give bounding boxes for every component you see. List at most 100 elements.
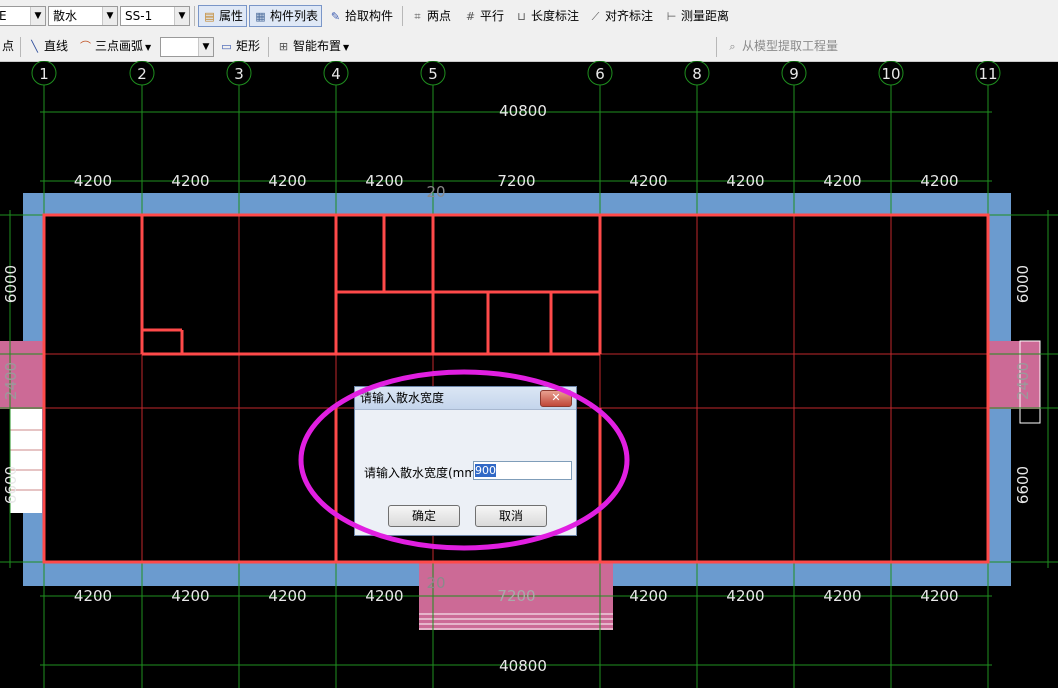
layer-combo-value: E [0, 9, 7, 23]
property-button[interactable]: ▤ 属性 [198, 5, 248, 27]
axis-label: 8 [692, 65, 702, 83]
two-point-label: 两点 [427, 9, 452, 23]
ok-label: 确定 [411, 509, 436, 523]
measure-icon: ⊢ [666, 10, 677, 23]
width-input[interactable]: 900 [473, 461, 572, 480]
axis-label: 1 [39, 65, 49, 83]
line-label: 直线 [44, 39, 69, 53]
measure-label: 测量距离 [681, 9, 730, 23]
width-prompt-label: 请输入散水宽度(mm) [364, 466, 481, 480]
chevron-down-icon[interactable]: ▼ [198, 38, 213, 56]
axis-label: 9 [789, 65, 799, 83]
align-dimension-label: 对齐标注 [605, 9, 654, 23]
rectangle-button[interactable]: ▭ 矩形 [219, 35, 260, 57]
property-icon: ▤ [204, 10, 215, 23]
chevron-down-icon[interactable]: ▼ [102, 7, 117, 25]
dimension-top: 7200 [497, 172, 535, 190]
pick-component-label: 拾取构件 [345, 9, 394, 23]
align-dimension-button[interactable]: ⟋ 对齐标注 [588, 5, 653, 27]
dimension-top: 4200 [74, 172, 112, 190]
dimension-bottom: 4200 [823, 587, 861, 605]
component-list-button[interactable]: ▦ 构件列表 [249, 5, 323, 27]
dimension-right: 2400 [1014, 362, 1032, 400]
pick-icon: ✎ [330, 10, 341, 23]
chevron-down-icon[interactable]: ▼ [174, 7, 189, 25]
chevron-down-icon[interactable]: ▼ [30, 7, 45, 25]
extract-quantities-label: 从模型提取工程量 [742, 39, 839, 53]
smart-layout-icon: ⊞ [278, 40, 289, 53]
chevron-down-icon[interactable]: ▼ [343, 43, 349, 52]
two-point-icon: ⌗ [414, 10, 421, 23]
dimension-left: 2400 [2, 362, 20, 400]
divider [402, 6, 403, 26]
three-point-arc-button[interactable]: ⌒ 三点画弧 ▼ [78, 35, 151, 57]
two-point-axis-button[interactable]: ⌗ 两点 [410, 5, 451, 27]
property-label: 属性 [219, 9, 244, 23]
dimension-top: 4200 [629, 172, 667, 190]
dimension-left: 6600 [2, 466, 20, 504]
dimension-top: 4200 [365, 172, 403, 190]
arc-label: 三点画弧 [95, 39, 144, 53]
axis-label: 2 [137, 65, 147, 83]
axis-label: 3 [234, 65, 244, 83]
length-dimension-button[interactable]: ⊔ 长度标注 [514, 5, 579, 27]
close-button[interactable]: ✕ [540, 390, 572, 407]
total-dimension-top: 40800 [499, 102, 547, 120]
smart-layout-button[interactable]: ⊞ 智能布置 ▼ [276, 35, 349, 57]
cancel-label: 取消 [498, 509, 523, 523]
axis-label: 10 [881, 65, 900, 83]
component-type-value: 散水 [53, 9, 78, 23]
width-input-value: 900 [475, 464, 496, 477]
line-button[interactable]: ╲ 直线 [27, 35, 68, 57]
close-icon: ✕ [551, 391, 561, 404]
dimension-top: 4200 [920, 172, 958, 190]
dimension-bottom: 4200 [726, 587, 764, 605]
divider [194, 6, 195, 26]
dimension-bottom: 4200 [74, 587, 112, 605]
length-dimension-label: 长度标注 [531, 9, 580, 23]
pick-component-button[interactable]: ✎ 拾取构件 [328, 5, 393, 27]
list-icon: ▦ [255, 10, 266, 23]
magnifier-icon: ⌕ [729, 40, 736, 53]
dimension-bottom: 4200 [171, 587, 209, 605]
dimension-right: 6600 [1014, 466, 1032, 504]
apron-width-dialog: 请输入散水宽度 ✕ 请输入散水宽度(mm) 900 确定 取消 [354, 386, 577, 536]
measure-distance-button[interactable]: ⊢ 测量距离 [664, 5, 729, 27]
divider [20, 37, 21, 57]
parallel-axis-button[interactable]: # 平行 [463, 5, 504, 27]
arc-combo[interactable]: ▼ [160, 37, 214, 57]
small-dimension-bottom: 20 [426, 574, 445, 592]
dimension-top: 4200 [268, 172, 306, 190]
axis-label: 4 [331, 65, 341, 83]
dimension-bottom: 4200 [920, 587, 958, 605]
arc-icon: ⌒ [80, 40, 91, 53]
component-name-combo[interactable]: SS-1 ▼ [120, 6, 190, 26]
cancel-button[interactable]: 取消 [475, 505, 547, 527]
component-list-label: 构件列表 [270, 9, 319, 23]
layer-combo[interactable]: E ▼ [0, 6, 46, 26]
dimension-right: 6000 [1014, 265, 1032, 303]
chevron-down-icon[interactable]: ▼ [145, 43, 151, 52]
rectangle-label: 矩形 [236, 39, 261, 53]
length-dimension-icon: ⊔ [517, 10, 526, 23]
dimension-bottom: 4200 [268, 587, 306, 605]
line-icon: ╲ [31, 40, 38, 53]
toolbar-row-2: 点 ╲ 直线 ⌒ 三点画弧 ▼ ▼ ▭ 矩形 ⊞ 智能布置 ▼ ⌕ 从模型提取工程量 [0, 32, 1058, 62]
dimension-top: 4200 [726, 172, 764, 190]
cad-drawing[interactable]: 40800408004200 4200 4200 4200 7200 4200 4200 42… [0, 61, 1058, 688]
extract-quantities-button[interactable]: ⌕ 从模型提取工程量 [725, 35, 838, 57]
component-type-combo[interactable]: 散水 ▼ [48, 6, 118, 26]
point-button[interactable]: 点 [2, 35, 14, 57]
parallel-label: 平行 [480, 9, 505, 23]
axis-label: 6 [595, 65, 605, 83]
point-label: 点 [2, 39, 15, 53]
axis-label: 11 [978, 65, 997, 83]
ok-button[interactable]: 确定 [388, 505, 460, 527]
drawing-canvas[interactable]: 40800 40800 4200 4200 4200 4200 7200 4200 4200 42… [0, 61, 1058, 688]
dimension-left: 6000 [2, 265, 20, 303]
dimension-bottom: 4200 [365, 587, 403, 605]
smart-layout-label: 智能布置 [293, 39, 342, 53]
toolbar-row-1: E ▼ 散水 ▼ SS-1 ▼ ▤属性 ▦构件列表 ✎拾取构件 ⌗两点 #平行 … [0, 0, 1058, 33]
dimension-top: 4200 [171, 172, 209, 190]
dialog-title: 请输入散水宽度 [360, 391, 445, 405]
